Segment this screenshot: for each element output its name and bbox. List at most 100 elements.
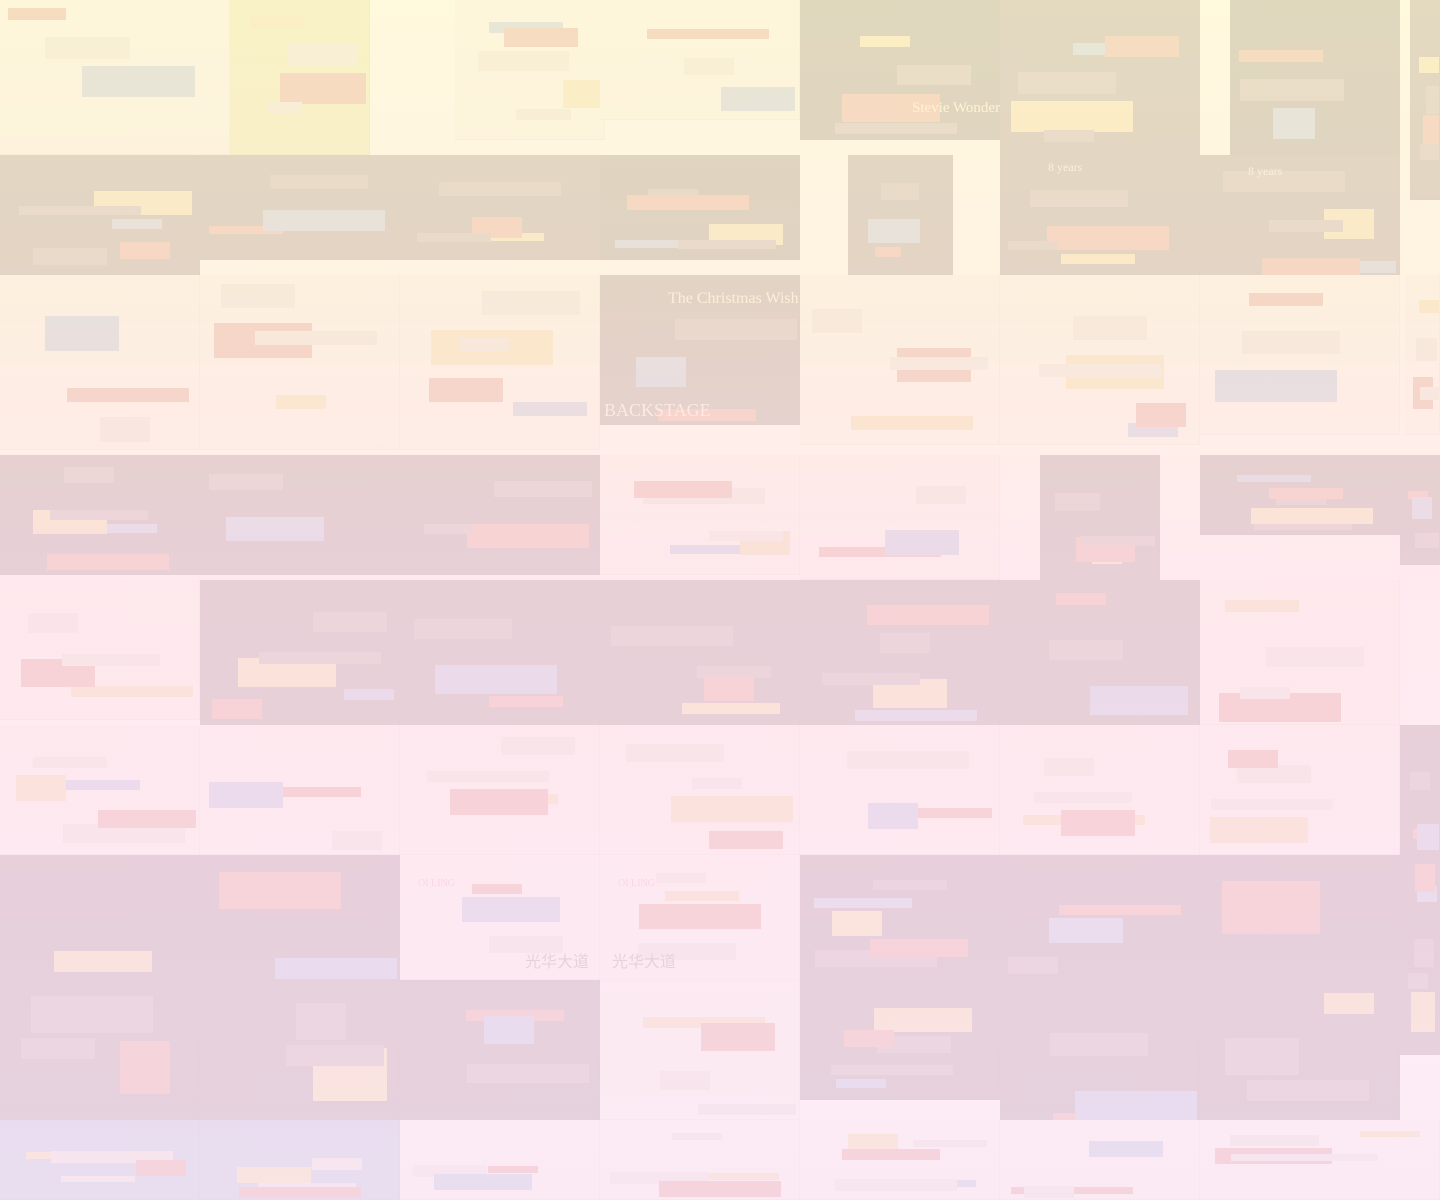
thumbnail-content-block [276,395,326,409]
thumbnail-content-block [627,195,749,211]
thumbnail-content-block [1049,639,1123,660]
thumbnail-content-block [251,15,303,28]
thumbnail-content-block [1056,593,1106,605]
thumbnail-content-block [1047,226,1169,250]
website-thumbnail [800,455,1000,580]
thumbnail-content-block [870,939,968,957]
thumbnail-content-block [1211,799,1333,810]
thumbnail-content-block [913,1140,987,1147]
thumbnail-content-block [31,996,153,1034]
thumbnail-content-block [462,897,560,922]
website-thumbnail [200,580,400,725]
thumbnail-content-block [1089,1141,1163,1157]
thumbnail-content-block [1240,79,1345,101]
thumbnail-content-block [435,665,557,694]
thumbnail-content-block [678,240,776,249]
thumbnail-content-block [1008,956,1058,974]
thumbnail-content-block [275,958,397,980]
brand-logo-text: OI LING [618,878,655,889]
thumbnail-content-block [705,1173,779,1180]
thumbnail-content-block [417,233,491,242]
thumbnail-content-block [1408,973,1428,989]
thumbnail-content-block [868,219,920,243]
website-thumbnail [1000,155,1200,275]
thumbnail-content-block [33,757,107,768]
years-text: 8 years [1048,160,1083,174]
thumbnail-content-block [1237,475,1311,482]
thumbnail-content-block [484,1016,534,1044]
thumbnail-content-block [212,698,262,719]
thumbnail-content-block [477,51,569,71]
thumbnail-content-block [82,66,195,97]
thumbnail-content-block [634,481,732,499]
thumbnail-content-block [1075,1091,1197,1123]
thumbnail-content-block [19,205,141,216]
website-thumbnail [0,155,200,275]
thumbnail-content-block [8,8,66,21]
website-thumbnail [600,725,800,855]
thumbnail-content-block [1410,771,1430,790]
thumbnail-content-block [67,388,189,402]
thumbnail-content-block [1272,108,1315,139]
website-thumbnail [0,0,230,155]
thumbnail-content-block [1061,810,1135,836]
thumbnail-content-block [467,1063,589,1084]
website-thumbnail [848,155,953,275]
thumbnail-content-block [120,1041,170,1094]
thumbnail-content-block [98,809,196,828]
thumbnail-content-block [460,338,510,352]
christmas-wish-title: The Christmas Wish [668,290,799,307]
thumbnail-content-block [1269,488,1343,500]
thumbnail-content-block [1034,792,1132,803]
thumbnail-content-block [1061,254,1135,264]
thumbnail-content-block [860,36,910,48]
thumbnail-content-block [831,1065,953,1075]
thumbnail-content-block [1414,939,1434,967]
thumbnail-content-block [874,1008,972,1032]
thumbnail-content-block [1426,86,1439,114]
thumbnail-content-block [1039,363,1161,378]
thumbnail-content-block [1360,1130,1420,1138]
thumbnail-content-block [515,109,571,121]
chinese-calligraphy-text: 光华大道 [612,954,677,971]
website-thumbnail [1200,455,1400,535]
thumbnail-content-block [1239,50,1323,63]
thumbnail-content-block [344,688,394,701]
thumbnail-content-block [267,102,302,115]
thumbnail-content-block [611,625,733,646]
thumbnail-content-block [429,377,503,402]
thumbnail-content-block [1269,220,1343,232]
website-thumbnail [1040,455,1160,580]
thumbnail-content-block [1412,497,1432,519]
thumbnail-content-block [467,524,589,548]
thumbnail-content-block [239,1186,361,1198]
thumbnail-content-block [1419,299,1439,313]
thumbnail-content-block [71,686,193,698]
thumbnail-content-block [1420,386,1439,400]
website-thumbnail [800,0,1000,140]
thumbnail-content-block [1247,1080,1369,1102]
thumbnail-content-block [563,80,601,108]
thumbnail-content-block [47,553,169,571]
thumbnail-content-block [313,611,387,632]
thumbnail-content-block [33,248,107,265]
website-thumbnail [455,0,605,140]
thumbnail-content-block [1222,881,1320,934]
thumbnail-content-block [237,1167,311,1183]
thumbnail-content-block [721,87,795,111]
website-thumbnail [1230,0,1400,155]
website-thumbnail [0,580,200,720]
thumbnail-content-block [1228,749,1278,768]
thumbnail-content-block [112,219,162,229]
thumbnail-content-block [439,181,561,197]
thumbnail-content-block [1242,331,1340,354]
thumbnail-content-block [504,27,578,48]
thumbnail-content-block [209,473,283,491]
thumbnail-content-block [288,44,357,66]
website-thumbnail [400,725,600,855]
thumbnail-content-block [848,1134,898,1150]
thumbnail-content-block [1249,292,1323,306]
website-thumbnail [1000,855,1200,980]
website-thumbnail [0,455,200,575]
years-text: 8 years [1248,164,1283,178]
